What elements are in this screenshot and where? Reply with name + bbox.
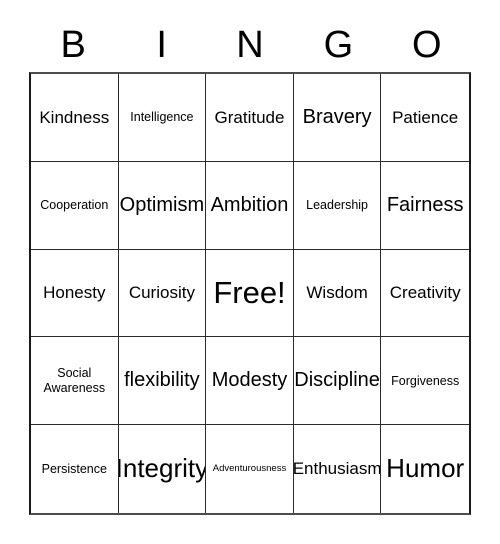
bingo-cell-label: Optimism bbox=[119, 193, 205, 216]
bingo-card: B I N G O Kindness Intelligence Gratitude B… bbox=[0, 0, 500, 544]
bingo-cell[interactable]: Curiosity bbox=[118, 249, 207, 338]
bingo-cell[interactable]: Honesty bbox=[31, 249, 119, 338]
bingo-cell-label: Wisdom bbox=[306, 283, 368, 303]
bingo-grid: Kindness Intelligence Gratitude Bravery Pati… bbox=[29, 72, 471, 515]
bingo-cell-label: Humor bbox=[386, 453, 465, 484]
bingo-cell[interactable]: Adventurousness bbox=[206, 425, 294, 513]
bingo-cell[interactable]: Optimism bbox=[118, 161, 207, 250]
bingo-cell-label: Persistence bbox=[41, 461, 107, 476]
bingo-cell[interactable]: Social Awareness bbox=[31, 337, 119, 426]
bingo-cell[interactable]: Integrity bbox=[118, 425, 207, 513]
bingo-cell-label: Integrity bbox=[118, 453, 207, 484]
bingo-cell[interactable]: Creativity bbox=[381, 249, 469, 338]
bingo-cell-label: Modesty bbox=[211, 369, 288, 392]
bingo-cell[interactable]: Cooperation bbox=[31, 161, 119, 250]
bingo-cell-label: Forgiveness bbox=[391, 373, 460, 388]
bingo-cell[interactable]: flexibility bbox=[118, 337, 207, 426]
bingo-cell[interactable]: Humor bbox=[381, 425, 469, 513]
bingo-cell-label: Intelligence bbox=[130, 110, 194, 125]
bingo-cell-label: Fairness bbox=[386, 193, 464, 216]
bingo-cell-label: Social Awareness bbox=[43, 366, 106, 395]
bingo-cell[interactable]: Gratitude bbox=[206, 74, 294, 162]
bingo-header-letter-o: O bbox=[412, 24, 442, 66]
bingo-cell-label: Honesty bbox=[43, 283, 106, 303]
bingo-cell-label: Enthusiasm bbox=[293, 459, 382, 479]
bingo-cell[interactable]: Ambition bbox=[206, 161, 294, 250]
bingo-cell[interactable]: Bravery bbox=[293, 74, 382, 162]
bingo-header-letter-b: B bbox=[60, 24, 86, 66]
bingo-header: B I N G O bbox=[29, 18, 471, 72]
bingo-cell[interactable]: Discipline bbox=[293, 337, 382, 426]
bingo-cell[interactable]: Patience bbox=[381, 74, 469, 162]
bingo-cell-label: Cooperation bbox=[40, 198, 109, 212]
bingo-cell-label: Discipline bbox=[294, 369, 380, 392]
bingo-cell-label: Creativity bbox=[389, 283, 461, 303]
bingo-cell[interactable]: Intelligence bbox=[118, 74, 207, 162]
bingo-free-space[interactable]: Free! bbox=[206, 249, 294, 338]
bingo-cell[interactable]: Modesty bbox=[206, 337, 294, 426]
bingo-cell-label: Kindness bbox=[39, 107, 110, 127]
bingo-cell-label: flexibility bbox=[124, 369, 200, 392]
bingo-cell[interactable]: Wisdom bbox=[293, 249, 382, 338]
bingo-header-letter-g: G bbox=[323, 24, 354, 66]
bingo-cell[interactable]: Leadership bbox=[293, 161, 382, 250]
bingo-cell-label: Adventurousness bbox=[212, 462, 287, 474]
bingo-cell-label: Curiosity bbox=[128, 283, 195, 303]
bingo-cell[interactable]: Forgiveness bbox=[381, 337, 469, 426]
bingo-cell-label: Bravery bbox=[302, 105, 372, 128]
bingo-cell[interactable]: Fairness bbox=[381, 161, 469, 250]
bingo-header-letter-n: N bbox=[236, 24, 264, 66]
bingo-cell[interactable]: Persistence bbox=[31, 425, 119, 513]
bingo-cell-label: Gratitude bbox=[214, 107, 285, 127]
bingo-header-letter-i: I bbox=[156, 24, 167, 66]
bingo-cell[interactable]: Kindness bbox=[31, 74, 119, 162]
bingo-cell-label: Patience bbox=[392, 107, 459, 127]
bingo-cell-label: Leadership bbox=[306, 198, 369, 212]
bingo-cell[interactable]: Enthusiasm bbox=[293, 425, 382, 513]
bingo-cell-label: Free! bbox=[213, 275, 286, 311]
bingo-cell-label: Ambition bbox=[210, 193, 289, 216]
